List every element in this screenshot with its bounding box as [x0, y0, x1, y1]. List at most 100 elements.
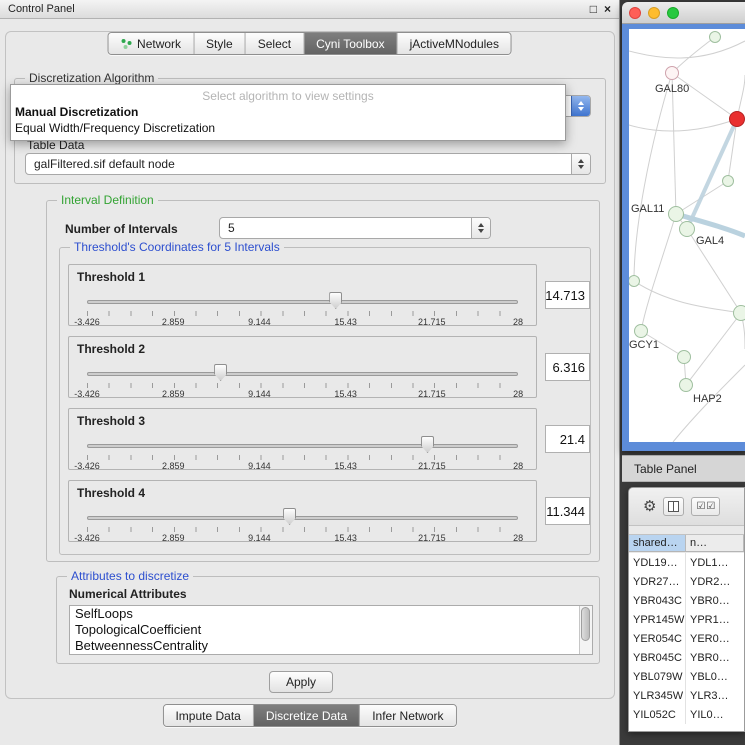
- network-window-titlebar[interactable]: [622, 2, 745, 24]
- window-title: Control Panel: [8, 3, 590, 15]
- cell-name: YDR2…: [686, 572, 744, 591]
- network-node[interactable]: [668, 206, 684, 222]
- network-node[interactable]: [679, 221, 695, 237]
- cell-shared-name: YPR145W: [629, 610, 686, 629]
- tab-discretize-data[interactable]: Discretize Data: [253, 705, 359, 726]
- algorithm-option[interactable]: Equal Width/Frequency Discretization: [11, 120, 565, 136]
- table-row[interactable]: YPR145WYPR1…: [629, 610, 744, 629]
- network-node[interactable]: [634, 324, 648, 338]
- threshold-value-field[interactable]: 6.316: [545, 353, 590, 381]
- attribute-items: SelfLoopsTopologicalCoefficientBetweenne…: [70, 606, 592, 654]
- cell-name: YBR0…: [686, 591, 744, 610]
- list-item[interactable]: SelfLoops: [70, 606, 592, 622]
- column-layout-button[interactable]: [663, 497, 684, 516]
- scale-label: 2.859: [162, 389, 185, 399]
- algorithm-option[interactable]: Manual Discretization: [11, 104, 565, 120]
- table-panel-header: Table Panel: [622, 455, 745, 482]
- table-row[interactable]: YDR27…YDR2…: [629, 572, 744, 591]
- cell-shared-name: YBR045C: [629, 648, 686, 667]
- network-node[interactable]: [733, 305, 745, 321]
- table-row[interactable]: YBR045CYBR0…: [629, 648, 744, 667]
- close-window-icon[interactable]: ×: [604, 2, 611, 16]
- slider-scale: -3.4262.8599.14415.4321.71528: [87, 317, 518, 328]
- slider-track[interactable]: [87, 372, 518, 376]
- list-item[interactable]: TopologicalCoefficient: [70, 622, 592, 638]
- table-row[interactable]: YBL079WYBL0…: [629, 667, 744, 686]
- list-scrollbar[interactable]: [579, 606, 592, 654]
- threshold-label: Threshold 4: [77, 486, 145, 500]
- threshold-slider-panel: Threshold 4 -3.4262.8599.14415.4321.71528: [68, 480, 537, 542]
- combobox-stepper-icon[interactable]: [471, 218, 490, 238]
- network-node[interactable]: [729, 111, 745, 127]
- tab-infer-network[interactable]: Infer Network: [359, 705, 455, 726]
- combobox-stepper-icon[interactable]: [571, 154, 590, 174]
- threshold-slider-panel: Threshold 2-3.4262.8599.14415.4321.71528: [68, 336, 537, 398]
- minimize-traffic-light-icon[interactable]: [648, 7, 660, 19]
- num-intervals-combobox[interactable]: 5: [219, 217, 491, 239]
- table-row[interactable]: YIL052CYIL0…: [629, 705, 744, 724]
- checkbox-icon: ☑: [706, 502, 715, 512]
- float-window-icon[interactable]: □: [590, 2, 597, 16]
- cell-name: YBR0…: [686, 648, 744, 667]
- slider-track[interactable]: [87, 300, 518, 304]
- num-intervals-value: 5: [220, 218, 471, 238]
- table-data-value: galFiltered.sif default node: [26, 154, 571, 174]
- table-row[interactable]: YER054CYER0…: [629, 629, 744, 648]
- close-traffic-light-icon[interactable]: [629, 7, 641, 19]
- attributes-group: Attributes to discretize Numerical Attri…: [56, 576, 600, 664]
- node-label: HAP2: [693, 393, 722, 405]
- select-columns-button[interactable]: ☑ ☑: [691, 497, 720, 516]
- tab-network[interactable]: Network: [108, 33, 193, 54]
- tab-impute-data[interactable]: Impute Data: [163, 705, 252, 726]
- algorithm-placeholder-option[interactable]: Select algorithm to view settings: [11, 88, 565, 104]
- slider-handle[interactable]: [421, 436, 434, 453]
- network-node[interactable]: [722, 175, 734, 187]
- tab-select[interactable]: Select: [245, 33, 303, 54]
- cell-name: YDL1…: [686, 553, 744, 572]
- table-row[interactable]: YDL19…YDL1…: [629, 553, 744, 572]
- network-canvas[interactable]: GAL80GAL11GAL4GCY1HAP2: [629, 29, 745, 442]
- node-label: GAL80: [655, 83, 689, 95]
- tab-label: Select: [258, 37, 291, 51]
- table-row[interactable]: YLR345WYLR3…: [629, 686, 744, 705]
- numerical-attributes-label: Numerical Attributes: [69, 587, 187, 601]
- tab-style[interactable]: Style: [193, 33, 245, 54]
- scrollbar-thumb[interactable]: [581, 607, 590, 641]
- table-rows: YDL19…YDL1…YDR27…YDR2…YBR043CYBR0…YPR145…: [629, 553, 744, 731]
- cell-name: YLR3…: [686, 686, 744, 705]
- scale-label: 28: [513, 533, 523, 543]
- column-header-shared-name[interactable]: shared…: [629, 535, 686, 551]
- slider-ticks: [87, 383, 518, 388]
- tab-jactivemnodules[interactable]: jActiveMNodules: [397, 33, 511, 54]
- slider-handle[interactable]: [283, 508, 296, 525]
- threshold-slider[interactable]: -3.4262.8599.14415.4321.71528: [87, 363, 518, 397]
- slider-track[interactable]: [87, 444, 518, 448]
- checkbox-icon: ☑: [696, 502, 705, 512]
- slider-track[interactable]: [87, 516, 518, 520]
- zoom-traffic-light-icon[interactable]: [667, 7, 679, 19]
- threshold-slider[interactable]: -3.4262.8599.14415.4321.71528: [87, 507, 518, 541]
- control-panel-titlebar[interactable]: Control Panel □ ×: [0, 0, 619, 19]
- combobox-stepper-icon[interactable]: [571, 96, 590, 116]
- scale-label: 9.144: [248, 317, 271, 327]
- threshold-slider[interactable]: -3.4262.8599.14415.4321.71528: [87, 291, 518, 325]
- gear-icon[interactable]: ⚙: [643, 499, 656, 514]
- threshold-value-field[interactable]: 21.4: [545, 425, 590, 453]
- table-row[interactable]: YBR043CYBR0…: [629, 591, 744, 610]
- scale-label: -3.426: [74, 533, 100, 543]
- slider-handle[interactable]: [329, 292, 342, 309]
- slider-handle[interactable]: [214, 364, 227, 381]
- numerical-attributes-list[interactable]: SelfLoopsTopologicalCoefficientBetweenne…: [69, 605, 593, 655]
- network-node[interactable]: [677, 350, 691, 364]
- threshold-slider[interactable]: -3.4262.8599.14415.4321.71528: [87, 435, 518, 469]
- table-data-combobox[interactable]: galFiltered.sif default node: [25, 153, 591, 175]
- column-header-name[interactable]: n…: [686, 535, 744, 551]
- threshold-value-field[interactable]: 11.344: [545, 497, 590, 525]
- list-item[interactable]: BetweennessCentrality: [70, 638, 592, 654]
- apply-button[interactable]: Apply: [269, 671, 333, 693]
- tab-cyni-toolbox[interactable]: Cyni Toolbox: [303, 33, 396, 54]
- network-node[interactable]: [679, 378, 693, 392]
- network-node[interactable]: [665, 66, 679, 80]
- network-node[interactable]: [709, 31, 721, 43]
- threshold-value-field[interactable]: 14.713: [545, 281, 590, 309]
